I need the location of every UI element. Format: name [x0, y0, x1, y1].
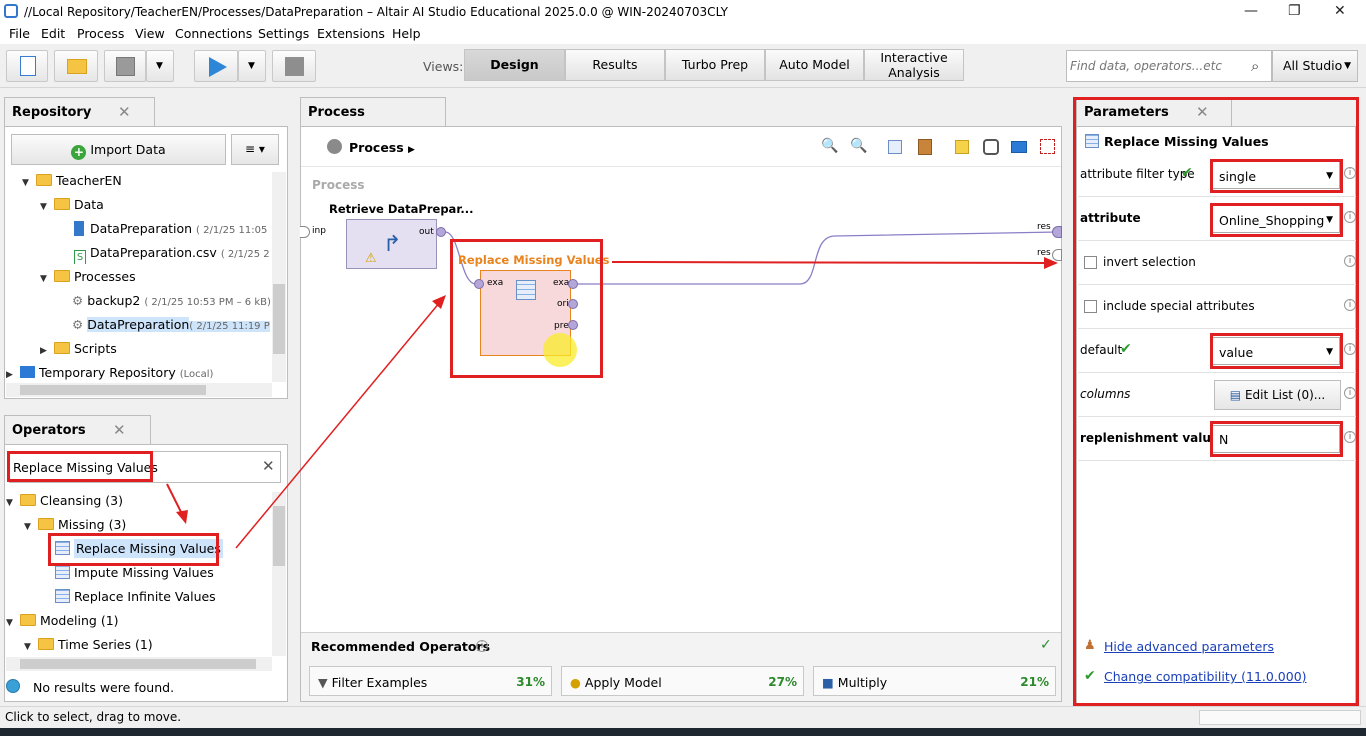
lightbulb-icon: ●	[570, 675, 581, 690]
info-icon[interactable]: i	[1344, 387, 1356, 399]
recommended-apply-model[interactable]: ● Apply Model 27%	[561, 666, 804, 696]
multiply-icon: ■	[822, 675, 834, 690]
replenishment-value-input[interactable]	[1212, 425, 1340, 453]
replace-operator-title: Replace Missing Values	[458, 253, 610, 267]
info-icon[interactable]: i	[1344, 343, 1356, 355]
replace-ori-output-port[interactable]	[568, 299, 578, 309]
recommended-pct: 27%	[768, 675, 797, 689]
invert-selection-checkbox[interactable]	[1084, 256, 1097, 269]
port-label-inp: inp	[312, 226, 326, 236]
check-icon: ✔	[1120, 341, 1132, 357]
port-label-exa-in: exa	[487, 278, 504, 288]
param-label: include special attributes	[1103, 299, 1255, 313]
cursor-highlight	[543, 333, 577, 367]
annotation-arrowhead	[176, 510, 188, 524]
edit-list-button[interactable]: ▤ Edit List (0)...	[1214, 380, 1341, 410]
collapse-chevron-icon[interactable]: ✓	[1040, 637, 1052, 653]
close-icon[interactable]: ✕	[1196, 103, 1209, 121]
recommended-title: Recommended Operators	[311, 639, 491, 654]
user-advanced-icon: ♟	[1084, 638, 1096, 653]
port-label-exa-out: exa	[553, 278, 570, 288]
param-attribute-filter-type: attribute filter type ✔ single ▼ i	[1078, 153, 1356, 197]
tab-parameters[interactable]: Parameters ✕	[1076, 97, 1232, 127]
recommended-multiply[interactable]: ■ Multiply 21%	[813, 666, 1056, 696]
attribute-select[interactable]: Online_Shopping ▼	[1212, 205, 1340, 233]
port-label-ori: ori	[557, 299, 569, 309]
chevron-down-icon: ▼	[1326, 347, 1333, 357]
default-select[interactable]: value ▼	[1212, 337, 1340, 365]
include-special-checkbox[interactable]	[1084, 300, 1097, 313]
info-icon[interactable]: i	[1344, 255, 1356, 267]
parameters-tab-label: Parameters	[1084, 105, 1169, 120]
port-label-pre: pre	[554, 321, 569, 331]
hide-advanced-link[interactable]: Hide advanced parameters	[1104, 639, 1274, 654]
param-attribute: attribute Online_Shopping ▼ i	[1078, 197, 1356, 241]
select-value: Online_Shopping	[1219, 213, 1325, 228]
parameters-operator-name: Replace Missing Values	[1104, 134, 1269, 149]
select-value: single	[1219, 169, 1257, 184]
operator-table-icon	[516, 280, 536, 300]
edit-list-label: Edit List (0)...	[1244, 388, 1326, 402]
param-label: default	[1080, 343, 1123, 357]
taskbar	[0, 728, 1366, 736]
recommended-label: Apply Model	[584, 675, 662, 690]
param-include-special: include special attributes i	[1078, 285, 1356, 329]
recommended-pct: 21%	[1020, 675, 1049, 689]
param-label: columns	[1080, 387, 1131, 401]
recommended-pct: 31%	[516, 675, 545, 689]
recommended-label: Filter Examples	[331, 675, 428, 690]
replace-exa-output-port[interactable]	[568, 279, 578, 289]
port-label-res1: res	[1037, 222, 1051, 232]
attribute-filter-type-select[interactable]: single ▼	[1212, 161, 1340, 189]
param-label: invert selection	[1103, 255, 1196, 269]
filter-funnel-icon: ▼	[318, 675, 328, 690]
select-value: value	[1219, 345, 1254, 360]
retrieve-arrow-icon: ↱	[383, 232, 402, 257]
param-label: attribute filter type	[1080, 167, 1195, 181]
info-icon[interactable]: i	[1344, 431, 1356, 443]
param-label: attribute	[1080, 211, 1141, 225]
retrieve-output-port[interactable]	[436, 227, 446, 237]
info-icon[interactable]: i	[1344, 167, 1356, 179]
param-invert-selection: invert selection i	[1078, 241, 1356, 285]
process-result-port-1[interactable]	[1052, 226, 1062, 238]
status-bar: Click to select, drag to move.	[0, 706, 1366, 728]
check-icon: ✔	[1084, 668, 1096, 684]
replace-input-port[interactable]	[474, 279, 484, 289]
memory-indicator	[1199, 710, 1361, 725]
info-icon[interactable]: i	[1344, 299, 1356, 311]
change-compatibility-link[interactable]: Change compatibility (11.0.000)	[1104, 669, 1307, 684]
port-label-res2: res	[1037, 248, 1051, 258]
annotation-arrowhead	[432, 295, 446, 309]
retrieve-operator[interactable]: ↱ ⚠ out	[346, 219, 437, 269]
process-result-port-2[interactable]	[1052, 249, 1062, 261]
replace-pre-output-port[interactable]	[568, 320, 578, 330]
connection-line	[574, 231, 1059, 285]
chevron-down-icon: ▼	[1326, 215, 1333, 225]
edit-list-icon: ▤	[1229, 388, 1242, 402]
port-label-out: out	[419, 227, 434, 237]
recommended-filter-examples[interactable]: ▼ Filter Examples 31%	[309, 666, 552, 696]
recommended-label: Multiply	[837, 675, 888, 690]
operator-table-icon	[1085, 134, 1099, 148]
check-icon: ✔	[1181, 165, 1193, 181]
param-replenishment-value: replenishment value i	[1078, 417, 1356, 461]
annotation-arrow	[235, 301, 441, 549]
annotation-arrow	[611, 261, 1048, 264]
annotation-arrow	[166, 483, 183, 515]
param-default: default ✔ value ▼ i	[1078, 329, 1356, 373]
warning-icon: ⚠	[365, 251, 377, 266]
info-icon[interactable]: i	[1344, 211, 1356, 223]
info-icon[interactable]: i	[476, 640, 488, 652]
chevron-down-icon: ▼	[1326, 171, 1333, 181]
param-columns: columns ▤ Edit List (0)... i	[1078, 373, 1356, 417]
status-text: Click to select, drag to move.	[5, 710, 182, 724]
retrieve-operator-title: Retrieve DataPrepar...	[329, 202, 474, 216]
param-label: replenishment value	[1080, 431, 1220, 445]
